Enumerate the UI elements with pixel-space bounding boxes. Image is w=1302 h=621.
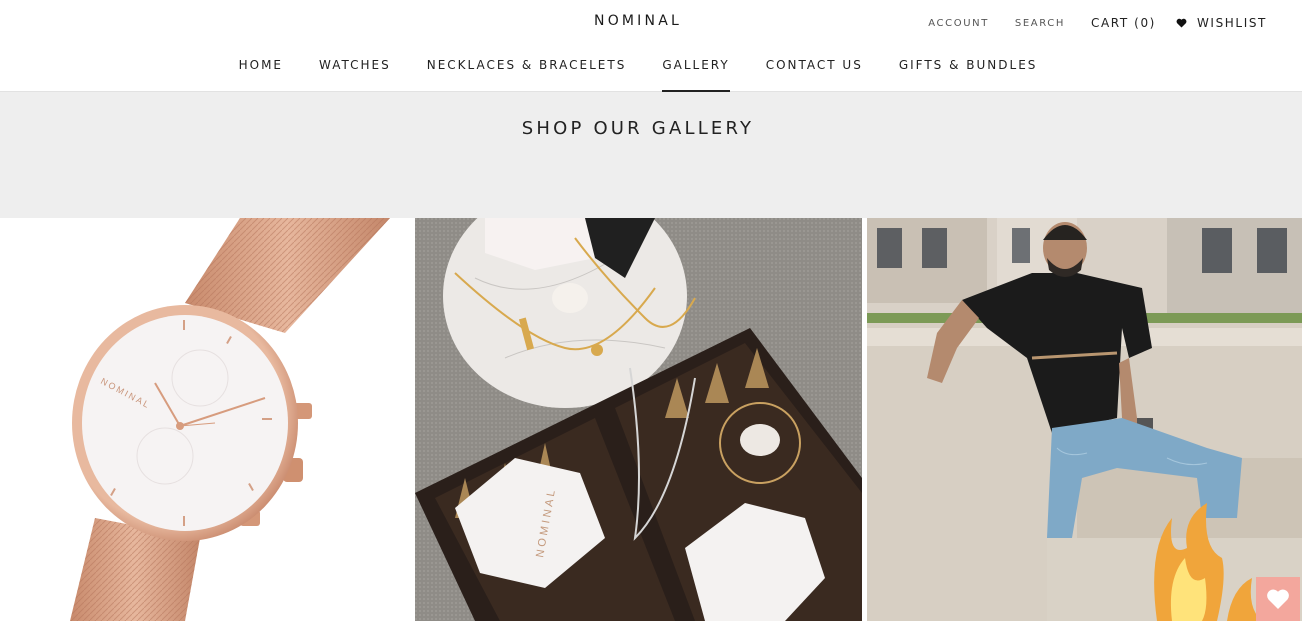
nav-gallery[interactable]: GALLERY: [662, 58, 731, 92]
nav-gifts-bundles[interactable]: GIFTS & BUNDLES: [899, 58, 1038, 92]
nav-watches[interactable]: WATCHES: [319, 58, 391, 92]
gallery-banner: SHOP OUR GALLERY: [0, 92, 1302, 218]
nav-contact-us[interactable]: CONTACT US: [766, 58, 863, 92]
heart-icon: [1267, 589, 1289, 609]
floating-wishlist-button[interactable]: [1256, 577, 1300, 621]
nav-necklaces-bracelets[interactable]: NECKLACES & BRACELETS: [427, 58, 627, 92]
gallery-image-watch[interactable]: NOMINAL: [0, 218, 410, 621]
nav-home[interactable]: HOME: [239, 58, 283, 92]
wishlist-label: WISHLIST: [1196, 16, 1267, 30]
site-header: NOMINAL ACCOUNT SEARCH CART (0) WISHLIST…: [0, 0, 1302, 92]
cart-link[interactable]: CART (0): [1091, 16, 1156, 30]
main-nav: HOME WATCHES NECKLACES & BRACELETS GALLE…: [0, 58, 1276, 92]
heart-icon: [1176, 18, 1187, 28]
top-right-links: ACCOUNT SEARCH CART (0) WISHLIST: [902, 16, 1267, 30]
account-link[interactable]: ACCOUNT: [928, 18, 989, 29]
gallery-image-lifestyle[interactable]: [867, 218, 1302, 621]
gallery-image-necklaces[interactable]: NOMINAL: [415, 218, 862, 621]
wishlist-link[interactable]: WISHLIST: [1176, 16, 1267, 30]
page-title: SHOP OUR GALLERY: [521, 118, 755, 139]
search-link[interactable]: SEARCH: [1015, 18, 1065, 29]
